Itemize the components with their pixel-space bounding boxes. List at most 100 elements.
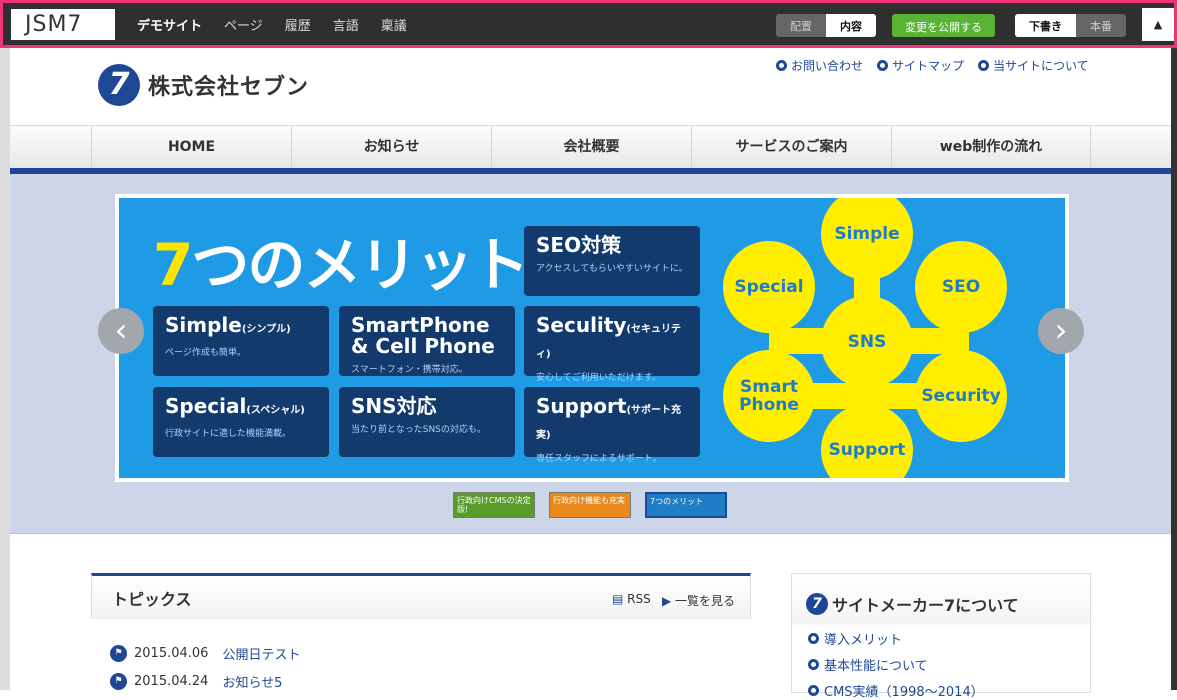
news-link[interactable]: 公開日テスト (222, 644, 300, 663)
nav-company[interactable]: 会社概要 (491, 126, 691, 169)
slide-title-text: つのメリット (191, 231, 529, 299)
sidebar-link-label: 基本性能について (824, 659, 928, 674)
chevron-right-icon: › (1054, 311, 1068, 349)
sidebar-link-features[interactable]: 基本性能について (808, 655, 928, 674)
util-link-contact[interactable]: お問い合わせ (776, 57, 863, 74)
admin-menu-history[interactable]: 履歴 (285, 15, 311, 34)
util-link-label: 当サイトについて (993, 59, 1089, 73)
global-nav: HOME お知らせ 会社概要 サービスのご案内 web制作の流れ (10, 125, 1171, 169)
rss-label: RSS (627, 592, 651, 606)
admin-menu-demo-site[interactable]: デモサイト (137, 15, 202, 34)
seven-logo-icon: 7 (806, 593, 828, 615)
left-frame (0, 48, 10, 690)
merit-card-desc: 当たり前となったSNSの対応も。 (351, 425, 486, 435)
hero-slider: 7つのメリット SEO対策 アクセスしてもらいやすいサイトに。 Simple(シ… (10, 174, 1171, 534)
nav-home[interactable]: HOME (91, 126, 291, 169)
merit-card-title: SEO対策 (536, 233, 622, 257)
merit-card-title: Support (536, 394, 627, 418)
slide-thumb-1[interactable]: 行政向けCMSの決定版! (453, 492, 535, 518)
view-mode-toggle: 配置 内容 (776, 14, 876, 37)
admin-menu-language[interactable]: 言語 (333, 15, 359, 34)
triangle-right-icon: ▶ (662, 594, 676, 608)
slide-thumb-2[interactable]: 行政向け機能も充実 (549, 492, 631, 518)
bubble-sns: SNS (821, 296, 913, 388)
merit-card-desc: アクセスしてもらいやすいサイトに。 (536, 264, 688, 274)
chevron-left-icon: ‹ (114, 311, 128, 349)
bubble-support: Support (821, 404, 913, 478)
view-all-label: 一覧を見る (675, 594, 736, 608)
publish-changes-button[interactable]: 変更を公開する (892, 14, 995, 37)
util-link-label: サイトマップ (892, 59, 965, 73)
merit-card-desc: 安心してご利用いただけます。 (536, 373, 661, 383)
bubble-seo: SEO (915, 241, 1007, 333)
merit-card-support: Support(サポート充実) 専任スタッフによるサポート。 (524, 387, 700, 464)
slide-thumb-3-active[interactable]: 7つのメリット (645, 492, 727, 518)
circle-bullet-icon (776, 60, 787, 71)
bubble-smartphone: Smart Phone (723, 350, 815, 442)
sidebar-title-text: サイトメーカー7について (832, 596, 1019, 615)
merit-card-simple: Simple(シンプル) ページ作成も簡単。 (153, 306, 329, 376)
utility-links: お問い合わせ サイトマップ 当サイトについて (776, 57, 1089, 74)
jsm7-logo[interactable]: JSM7 (11, 9, 115, 40)
circle-bullet-icon (978, 60, 990, 71)
slide-title: 7つのメリット (153, 218, 529, 302)
news-item: ⚑ 2015.04.24 お知らせ5 (110, 672, 282, 691)
sidebar-link-merits[interactable]: 導入メリット (808, 629, 902, 648)
circle-bullet-icon (808, 659, 819, 670)
layout-mode-button[interactable]: 配置 (776, 14, 826, 37)
util-link-label: お問い合わせ (791, 59, 864, 73)
merit-card-sns: SNS対応 当たり前となったSNSの対応も。 (339, 387, 515, 457)
draft-button[interactable]: 下書き (1015, 14, 1076, 37)
slider-prev-button[interactable]: ‹ (98, 308, 144, 354)
caret-up-icon: ▲ (1153, 18, 1163, 31)
content-mode-button[interactable]: 内容 (826, 14, 876, 37)
view-all-link[interactable]: ▶ 一覧を見る (662, 592, 735, 609)
circle-bullet-icon (877, 60, 889, 71)
sidebar-link-label: 導入メリット (824, 633, 903, 648)
rss-link[interactable]: ▤ RSS (612, 592, 651, 606)
site-logo[interactable]: 7 株式会社セブン (98, 64, 309, 106)
util-link-about[interactable]: 当サイトについて (978, 57, 1089, 74)
merit-card-title: Seculity (536, 313, 627, 337)
topics-title: トピックス (112, 590, 192, 609)
rss-icon: ▤ (612, 592, 628, 606)
news-item: ⚑ 2015.04.06 公開日テスト (110, 644, 300, 663)
circle-bullet-icon (808, 685, 819, 696)
merit-card-security: Seculity(セキュリティ) 安心してご利用いただけます。 (524, 306, 700, 383)
merit-card-desc: ページ作成も簡単。 (165, 348, 246, 358)
collapse-toolbar-button[interactable]: ▲ (1142, 8, 1174, 41)
admin-menu-page[interactable]: ページ (224, 15, 263, 34)
nav-services[interactable]: サービスのご案内 (691, 126, 891, 169)
flag-icon: ⚑ (110, 673, 127, 690)
news-date: 2015.04.06 (134, 646, 209, 661)
sidebar-link-cms-history[interactable]: CMS実績（1998〜2014） (808, 681, 984, 700)
circle-bullet-icon (808, 633, 819, 644)
news-date: 2015.04.24 (134, 674, 209, 689)
admin-menu-approval[interactable]: 稟議 (381, 15, 407, 34)
merit-card-title: SmartPhone & Cell Phone (351, 313, 495, 358)
flag-icon: ⚑ (110, 645, 127, 662)
sidebar-link-label: CMS実績（1998〜2014） (824, 685, 984, 700)
merit-card-title: Simple (165, 313, 242, 337)
slide-banner[interactable]: 7つのメリット SEO対策 アクセスしてもらいやすいサイトに。 Simple(シ… (115, 194, 1069, 482)
site-page: 7 株式会社セブン お問い合わせ サイトマップ 当サイトについて HOME お知… (10, 48, 1171, 700)
slider-thumbnails: 行政向けCMSの決定版! 行政向け機能も充実 7つのメリット (453, 492, 727, 518)
merit-card-special: Special(スペシャル) 行政サイトに適した機能満載。 (153, 387, 329, 457)
live-button[interactable]: 本番 (1076, 14, 1126, 37)
nav-news[interactable]: お知らせ (291, 126, 491, 169)
admin-menu: デモサイト ページ 履歴 言語 稟議 (137, 15, 407, 34)
nav-workflow[interactable]: web制作の流れ (891, 126, 1091, 169)
merit-card-sub: (シンプル) (241, 324, 291, 335)
merit-card-desc: 行政サイトに適した機能満載。 (165, 429, 292, 439)
merit-card-smartphone: SmartPhone & Cell Phone スマートフォン・携帯対応。 (339, 306, 515, 376)
draft-live-toggle: 下書き 本番 (1015, 14, 1126, 37)
merit-card-sub: (スペシャル) (246, 405, 305, 416)
merit-card-title: Special (165, 394, 247, 418)
merit-card-desc: スマートフォン・携帯対応。 (351, 365, 468, 375)
news-link[interactable]: お知らせ5 (222, 672, 282, 691)
util-link-sitemap[interactable]: サイトマップ (877, 57, 964, 74)
about-sidebar: 7 サイトメーカー7について 導入メリット 基本性能について CMS実績（1998… (791, 573, 1091, 700)
bubble-special: Special (723, 241, 815, 333)
slide-title-number: 7 (153, 231, 193, 299)
slider-next-button[interactable]: › (1038, 308, 1084, 354)
